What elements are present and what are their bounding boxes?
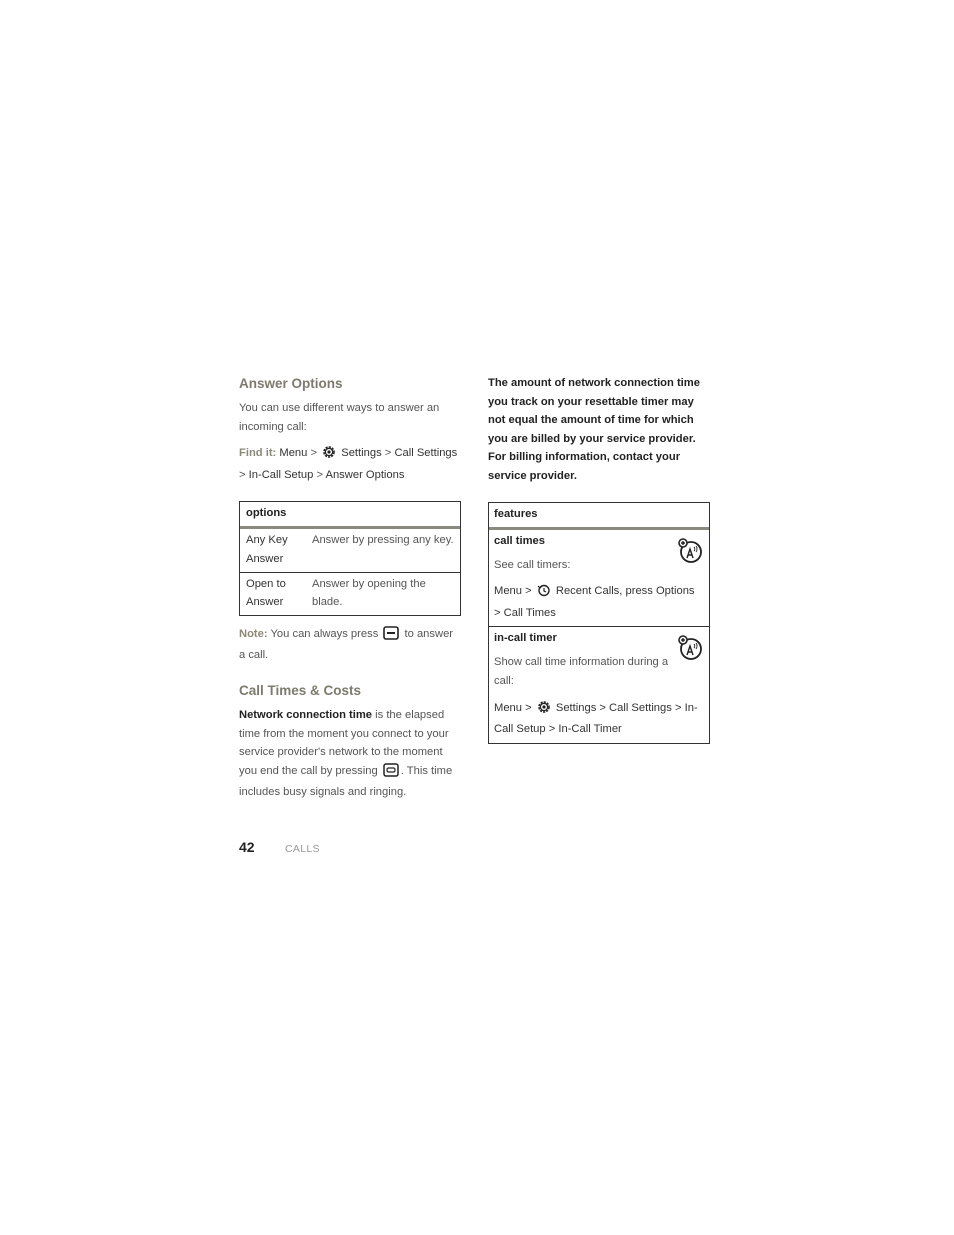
settings-gear-icon	[322, 445, 336, 466]
feature-in-call-timer: in-call timer Show call time information…	[489, 626, 709, 742]
send-key-icon	[383, 625, 400, 647]
call-times-costs-heading: Call Times & Costs	[239, 682, 362, 698]
feature-description: See call timers:	[494, 558, 571, 571]
path-menu: Menu >	[494, 701, 532, 714]
options-table-header: options	[240, 502, 460, 530]
option-description: Answer by opening the blade.	[312, 577, 426, 609]
options-table: options Any Key Answer Answer by pressin…	[239, 501, 461, 616]
feature-path: Menu > Recent Calls, press Options > Cal…	[494, 582, 704, 622]
note-label: Note:	[239, 627, 268, 640]
settings-gear-icon	[537, 700, 551, 721]
feature-description: Show call time information during a call…	[494, 656, 669, 687]
page-footer: 42 CALLS	[239, 839, 320, 857]
path-menu: Menu	[279, 447, 308, 460]
recent-calls-icon	[537, 583, 551, 604]
table-row: Any Key Answer Answer by pressing any ke…	[240, 529, 460, 571]
features-table-header: features	[489, 503, 709, 530]
option-name: Any Key Answer	[246, 534, 288, 565]
note-text-before: You can always press	[270, 627, 379, 640]
answer-options-heading: Answer Options	[239, 376, 343, 391]
path-answer-options: Answer Options	[325, 468, 405, 481]
network-dependent-icon	[677, 635, 703, 666]
network-connection-term: Network connection time	[239, 708, 373, 721]
features-table: features call times See call timers: Men…	[488, 501, 710, 744]
feature-title: in-call timer	[494, 632, 557, 645]
path-call-settings: Call Settings	[394, 447, 458, 460]
table-row: Open to Answer Answer by opening the bla…	[240, 571, 460, 615]
note: Note: You can always press to answer a c…	[239, 625, 461, 665]
feature-path: Menu > Settings > Call Settings > In-Cal…	[494, 699, 704, 739]
billing-note: The amount of network connection time yo…	[488, 377, 700, 482]
feature-title: call times	[494, 534, 545, 547]
path-menu: Menu >	[494, 585, 532, 598]
path-settings: Settings	[341, 447, 382, 460]
option-description: Answer by pressing any key.	[312, 534, 454, 547]
page-number: 42	[239, 839, 255, 855]
right-column: The amount of network connection time yo…	[488, 374, 710, 744]
section-name: CALLS	[285, 843, 320, 855]
path-recent-calls: Recent Calls	[555, 585, 620, 598]
option-name: Open to Answer	[246, 577, 286, 609]
end-key-icon	[383, 762, 399, 784]
network-connection-paragraph: Network connection time is the elapsed t…	[239, 706, 461, 802]
feature-call-times: call times See call timers: Menu > Recen…	[489, 530, 709, 627]
path-in-call-setup: In-Call Setup	[248, 468, 314, 481]
left-column: Answer Options You can use different way…	[239, 374, 461, 802]
answer-options-intro: You can use different ways to answer an …	[239, 402, 440, 433]
find-it-label: Find it:	[239, 447, 277, 460]
network-dependent-icon	[677, 537, 703, 569]
find-it-path: Find it: Menu > Settings > Call Settings…	[239, 445, 458, 481]
